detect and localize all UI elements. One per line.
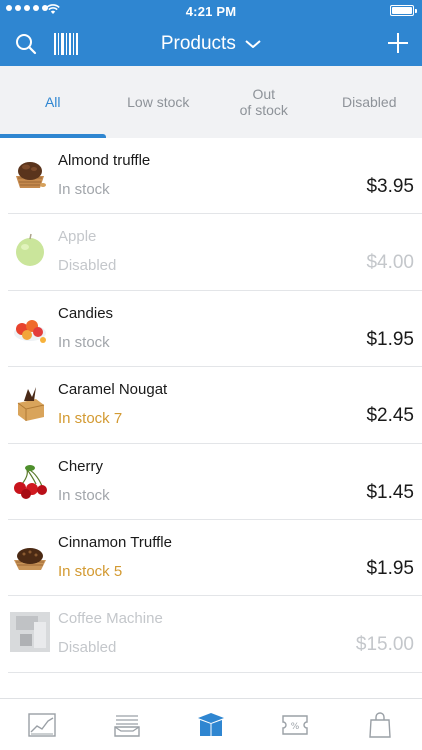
product-stock: In stock <box>58 181 110 198</box>
product-price: $1.95 <box>366 328 414 350</box>
tab-shop[interactable] <box>338 699 422 750</box>
product-row[interactable]: Cinnamon Truffle In stock 5 $1.95 <box>8 520 422 597</box>
product-price: $3.95 <box>366 176 414 197</box>
product-list: Almond truffle In stock $3.95 Apple Disa… <box>0 138 422 673</box>
tab-low-stock[interactable]: Low stock <box>106 66 212 138</box>
page-title: Products <box>160 33 236 54</box>
product-name: Caramel Nougat <box>58 381 168 399</box>
page-title-dropdown[interactable]: Products <box>0 33 422 55</box>
tab-label: Out of stock <box>239 86 288 118</box>
product-row[interactable]: Apple Disabled $4.00 <box>8 214 422 291</box>
apple-image <box>16 234 44 267</box>
tab-label: Low stock <box>127 94 190 110</box>
tab-label: Disabled <box>342 94 397 110</box>
product-name: Coffee Machine <box>58 610 163 628</box>
product-price: $1.95 <box>366 557 414 579</box>
truffle-image <box>16 162 46 188</box>
tab-label: All <box>44 94 61 110</box>
product-stock: In stock 5 <box>58 562 123 580</box>
product-name: Almond truffle <box>58 152 151 169</box>
nougat-image <box>17 387 45 422</box>
product-name: Cherry <box>58 457 104 475</box>
chevron-down-icon <box>245 40 261 48</box>
tab-receipts[interactable] <box>84 699 168 750</box>
product-price: $15.00 <box>355 634 414 656</box>
battery-icon <box>390 5 417 16</box>
tab-disabled[interactable]: Disabled <box>317 66 422 138</box>
coffee-machine-image <box>10 612 50 653</box>
filter-tabs: All Low stock Out of stock Disabled <box>0 66 422 138</box>
plus-icon[interactable] <box>386 31 410 55</box>
discount-icon: % <box>282 714 309 735</box>
product-stock: Disabled <box>58 257 117 275</box>
product-stock: In stock <box>58 486 110 504</box>
tab-out-of-stock[interactable]: Out of stock <box>211 66 317 138</box>
shopping-bag-icon <box>369 711 391 738</box>
product-stock: In stock <box>58 333 110 351</box>
candies-image <box>14 319 46 343</box>
product-row[interactable]: Candies In stock $1.95 <box>8 291 422 368</box>
product-name: Apple <box>58 228 97 246</box>
tab-all[interactable]: All <box>0 66 106 138</box>
status-bar: 4:21 PM <box>0 0 422 22</box>
product-stock: Disabled <box>58 639 117 657</box>
nav-bar: Products <box>0 22 422 66</box>
chart-icon <box>28 712 56 737</box>
product-row[interactable]: Cherry In stock $1.45 <box>8 444 422 520</box>
products-box-icon <box>198 712 225 736</box>
product-price: $2.45 <box>366 405 414 427</box>
cinnamon-truffle-image <box>14 547 46 570</box>
receipts-icon <box>113 714 140 737</box>
svg-text:%: % <box>291 722 300 732</box>
top-bar: 4:21 PM Products <box>0 0 422 66</box>
product-price: $1.45 <box>366 481 414 503</box>
product-name: Candies <box>58 304 114 322</box>
product-row[interactable]: Caramel Nougat In stock 7 $2.45 <box>8 367 422 444</box>
tab-discounts[interactable]: % <box>253 699 337 750</box>
tab-products[interactable] <box>169 699 253 750</box>
bottom-tab-bar: % <box>0 698 422 750</box>
status-time: 4:21 PM <box>185 4 237 19</box>
product-stock: In stock 7 <box>58 410 123 428</box>
product-row[interactable]: Almond truffle In stock $3.95 <box>8 138 422 215</box>
product-name: Cinnamon Truffle <box>58 533 172 551</box>
product-price: $4.00 <box>366 252 414 274</box>
product-row[interactable]: Coffee Machine Disabled $15.00 <box>8 596 422 673</box>
tab-reports[interactable] <box>0 699 84 750</box>
cherry-image <box>14 464 47 499</box>
